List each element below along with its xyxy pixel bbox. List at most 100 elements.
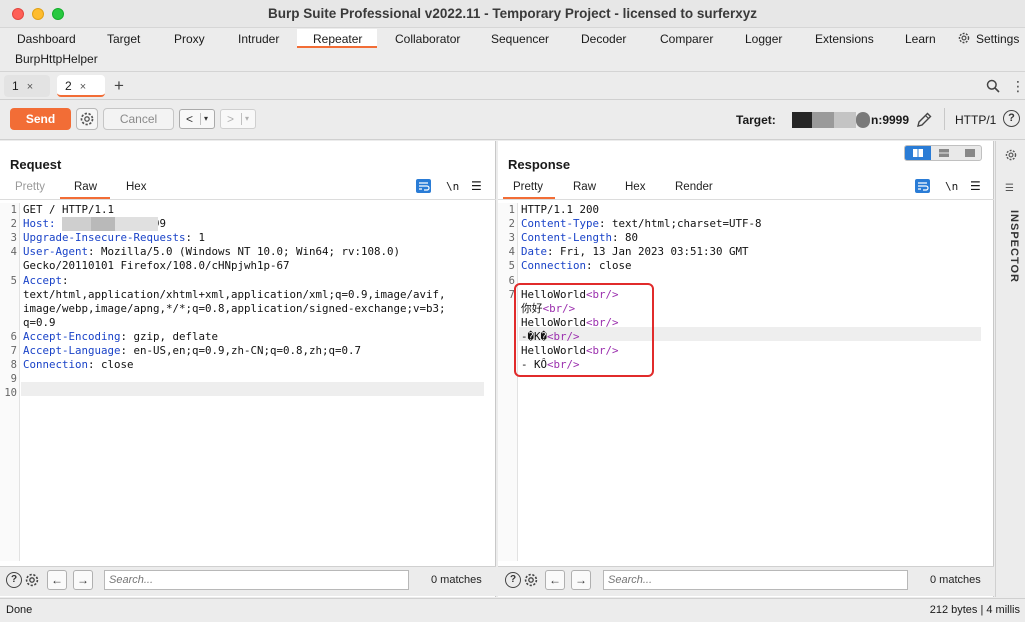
response-tab-pretty[interactable]: Pretty — [513, 181, 543, 193]
request-editor[interactable]: 1GET / HTTP/1.12Host: n:99993Upgrade-Ins… — [0, 203, 495, 561]
repeater-tab-label: 2 — [65, 79, 72, 93]
settings-gear-icon[interactable] — [957, 31, 971, 45]
more-options-icon[interactable]: ⋮ — [1011, 78, 1025, 95]
tab-settings[interactable]: Settings — [976, 32, 1019, 46]
tab-repeater[interactable]: Repeater — [313, 32, 362, 46]
subtab-divider — [0, 199, 496, 200]
line-number: 7 — [10, 345, 17, 357]
hamburger-menu-icon[interactable]: ☰ — [970, 179, 981, 193]
wrap-lines-icon[interactable] — [915, 179, 930, 193]
edit-target-pencil-icon[interactable] — [915, 111, 933, 129]
help-icon[interactable]: ? — [505, 572, 521, 588]
status-text: Done — [6, 604, 33, 616]
header-name: Accept-Language — [23, 344, 121, 357]
repeater-tab-2[interactable]: 2 × — [57, 75, 105, 97]
wrap-lines-glyph — [419, 182, 430, 191]
code-text: : — [62, 273, 69, 287]
response-tab-render[interactable]: Render — [675, 181, 713, 193]
request-tab-raw[interactable]: Raw — [74, 181, 97, 193]
header-name: Accept-Encoding — [23, 329, 121, 343]
line-number: 6 — [508, 274, 515, 287]
target-port[interactable]: n:9999 — [871, 113, 909, 127]
previous-match-button[interactable]: ← — [545, 570, 565, 590]
close-tab-icon[interactable]: × — [80, 81, 86, 93]
help-icon[interactable]: ? — [6, 572, 22, 588]
wrap-lines-glyph — [918, 182, 929, 191]
tab-sequencer[interactable]: Sequencer — [491, 32, 549, 46]
response-tab-hex[interactable]: Hex — [625, 181, 645, 193]
request-match-count: 0 matches — [431, 574, 482, 586]
tab-comparer[interactable]: Comparer — [660, 32, 713, 46]
history-back-button[interactable]: < ▾ — [179, 109, 215, 129]
code-line: text/html,application/xhtml+xml,applicat… — [23, 288, 446, 302]
send-button[interactable]: Send — [10, 108, 71, 130]
repeater-tab-1[interactable]: 1 × — [4, 75, 50, 97]
tab-intruder[interactable]: Intruder — [238, 32, 279, 46]
next-match-button[interactable]: → — [571, 570, 591, 590]
show-newlines-toggle[interactable]: \n — [945, 180, 958, 193]
response-editor[interactable]: 1 HTTP/1.1 200 2 Content-Type: text/html;ch… — [498, 203, 993, 561]
header-name: Connection — [23, 358, 89, 372]
inspector-list-icon[interactable]: ☰ — [1005, 183, 1014, 194]
inspector-label[interactable]: INSPECTOR — [1000, 210, 1020, 283]
code-text: : gzip, deflate — [120, 329, 219, 343]
tab-decoder[interactable]: Decoder — [581, 32, 626, 46]
chevron-down-icon[interactable]: ▾ — [204, 110, 208, 128]
tab-dashboard[interactable]: Dashboard — [17, 32, 76, 46]
code-line: Connection: close — [521, 259, 632, 273]
request-search-input[interactable] — [104, 570, 409, 590]
line-number: 1 — [508, 204, 515, 216]
search-settings-gear-icon[interactable] — [523, 572, 539, 588]
hamburger-menu-icon[interactable]: ☰ — [471, 179, 482, 193]
history-forward-button[interactable]: > ▾ — [220, 109, 256, 129]
chevron-down-icon[interactable]: ▾ — [245, 110, 249, 128]
send-options-button[interactable] — [76, 108, 98, 130]
code-text: HTTP/1.1 200 — [521, 203, 600, 216]
wrap-lines-icon[interactable] — [416, 179, 431, 193]
code-line: Connection: close — [23, 358, 134, 372]
layout-side-by-side-icon[interactable] — [905, 146, 931, 160]
layout-tabs-icon[interactable] — [957, 146, 983, 160]
columns-glyph — [913, 149, 923, 157]
http-version-selector[interactable]: HTTP/1 — [955, 113, 996, 127]
code-text: image/webp,image/apng,*/*;q=0.8,applicat… — [23, 301, 446, 315]
tab-proxy[interactable]: Proxy — [174, 32, 205, 46]
tab-collaborator[interactable]: Collaborator — [395, 32, 460, 46]
request-tab-hex[interactable]: Hex — [126, 181, 146, 193]
tab-learn[interactable]: Learn — [905, 32, 936, 46]
tabs-glyph — [965, 149, 975, 157]
highlight-annotation-box — [514, 283, 654, 377]
close-tab-icon[interactable]: × — [27, 81, 33, 93]
line-number: 10 — [4, 387, 17, 400]
status-bar — [0, 598, 1025, 622]
help-icon[interactable]: ? — [1003, 110, 1020, 127]
code-text: GET / HTTP/1.1 — [23, 203, 115, 216]
tab-extensions[interactable]: Extensions — [815, 32, 874, 46]
previous-match-button[interactable]: ← — [47, 570, 67, 590]
show-newlines-toggle[interactable]: \n — [446, 180, 459, 193]
next-match-button[interactable]: → — [73, 570, 93, 590]
back-arrow-icon: < — [186, 112, 194, 126]
response-search-input[interactable] — [603, 570, 908, 590]
tab-burphttphelper[interactable]: BurpHttpHelper — [15, 52, 98, 66]
inspector-settings-gear-icon[interactable] — [1004, 148, 1018, 162]
add-tab-icon[interactable]: + — [114, 76, 124, 96]
header-name: Connection — [521, 259, 587, 273]
tab-logger[interactable]: Logger — [745, 32, 782, 46]
tab-target[interactable]: Target — [107, 32, 140, 46]
forward-arrow-icon: > — [227, 112, 235, 126]
request-tab-pretty[interactable]: Pretty — [15, 181, 45, 193]
line-number: 4 — [508, 246, 515, 259]
layout-stacked-icon[interactable] — [931, 146, 957, 160]
code-text: q=0.9 — [23, 315, 56, 329]
cancel-button[interactable]: Cancel — [103, 108, 174, 130]
code-text: Gecko/20110101 Firefox/108.0/cHNpjwh1p-6… — [23, 259, 290, 273]
search-settings-gear-icon[interactable] — [24, 572, 40, 588]
rows-glyph — [939, 149, 949, 157]
search-icon[interactable] — [986, 79, 1000, 93]
code-line: Upgrade-Insecure-Requests: 1 — [23, 231, 205, 245]
code-line: Content-Length: 80 — [521, 231, 638, 245]
redacted-target-host — [792, 112, 870, 128]
header-name: Content-Type — [521, 217, 600, 231]
response-tab-raw[interactable]: Raw — [573, 181, 596, 193]
